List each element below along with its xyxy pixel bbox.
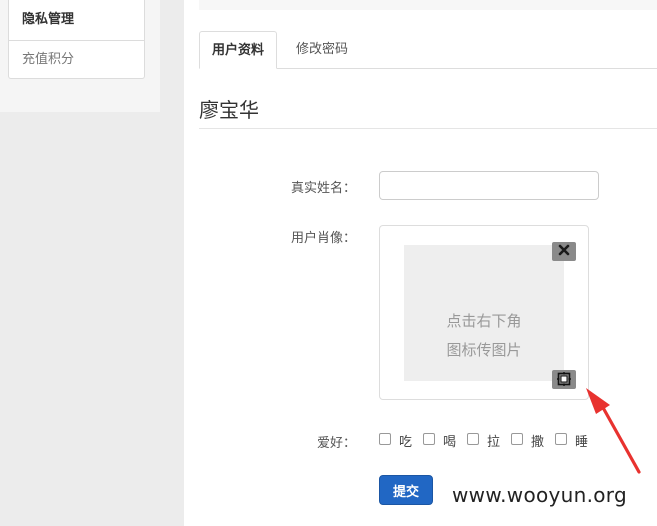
sidebar-menu: 隐私管理 充值积分 <box>8 0 145 79</box>
hobby-option-label: 吃 <box>399 435 413 450</box>
top-bar <box>199 0 657 10</box>
sidebar-item-privacy[interactable]: 隐私管理 <box>9 0 144 41</box>
main-panel: 用户资料 修改密码 廖宝华 真实姓名： 用户肖像： 点击右下角 图标传图片 爱好… <box>184 0 657 526</box>
real-name-label: 真实姓名： <box>290 181 356 196</box>
hobby-checkbox[interactable] <box>511 433 523 445</box>
hobby-option-label: 睡 <box>575 435 589 450</box>
tab-user-profile[interactable]: 用户资料 <box>199 31 278 69</box>
avatar-upload-box: 点击右下角 图标传图片 <box>379 225 589 400</box>
user-name-heading: 廖宝华 <box>199 98 259 122</box>
hobby-checkbox[interactable] <box>555 433 567 445</box>
hobby-option-label: 喝 <box>443 435 457 450</box>
sidebar-item-recharge[interactable]: 充值积分 <box>9 41 144 79</box>
real-name-input[interactable] <box>379 171 599 200</box>
hobby-option-label: 撒 <box>531 435 545 450</box>
hobby-option-label: 拉 <box>487 435 501 450</box>
hobby-checkbox[interactable] <box>467 433 479 445</box>
sidebar: 隐私管理 充值积分 <box>0 0 160 112</box>
hobby-checkbox[interactable] <box>423 433 435 445</box>
watermark-text: www.wooyun.org <box>452 483 627 507</box>
crop-frame-icon <box>557 372 571 386</box>
avatar-preview-area[interactable]: 点击右下角 图标传图片 <box>404 245 564 381</box>
tab-change-password[interactable]: 修改密码 <box>284 31 360 69</box>
close-icon <box>558 244 570 256</box>
tab-bar: 用户资料 修改密码 <box>199 31 657 69</box>
heading-divider <box>199 128 657 129</box>
upload-hint-text: 点击右下角 图标传图片 <box>446 312 522 359</box>
hobby-label: 爱好： <box>316 436 356 451</box>
hobby-checkbox[interactable] <box>379 433 391 445</box>
submit-button[interactable]: 提交 <box>379 475 433 505</box>
remove-image-button[interactable] <box>552 242 576 261</box>
avatar-label: 用户肖像： <box>290 231 356 246</box>
upload-image-button[interactable] <box>552 370 576 389</box>
